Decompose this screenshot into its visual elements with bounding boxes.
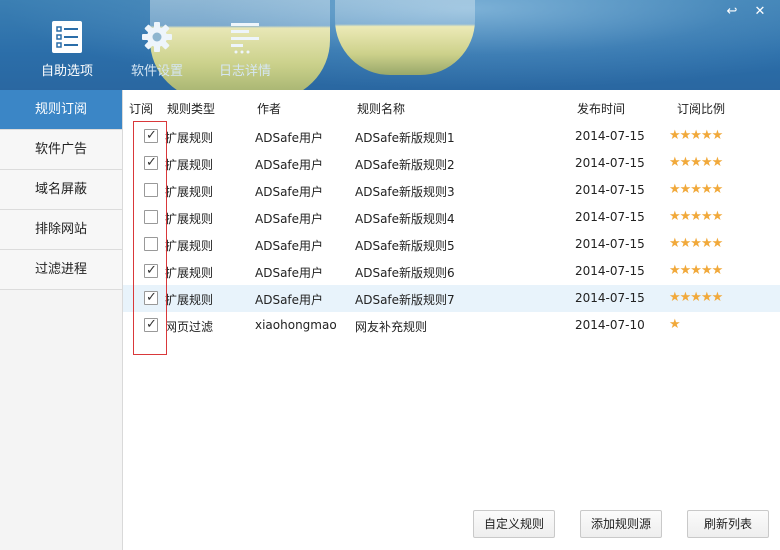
- sidebar: 规则订阅 软件广告 域名屏蔽 排除网站 过滤进程: [0, 90, 123, 550]
- subscribe-checkbox[interactable]: [144, 183, 158, 197]
- rule-type-cell: 扩展规则: [165, 185, 214, 199]
- log-details-button[interactable]: 日志详情: [205, 20, 285, 80]
- publish-date-cell: 2014-07-10: [575, 318, 645, 332]
- rule-name-cell: ADSafe新版规则7: [355, 293, 455, 307]
- rating-stars: ★★★★★: [669, 263, 723, 278]
- rule-name-cell: ADSafe新版规则6: [355, 266, 455, 280]
- add-rule-source-button[interactable]: 添加规则源: [580, 510, 662, 538]
- back-button[interactable]: ↩: [722, 4, 742, 20]
- rule-name-cell: ADSafe新版规则3: [355, 185, 455, 199]
- close-button[interactable]: ✕: [750, 4, 770, 20]
- table-row[interactable]: 网页过滤 xiaohongmao 网友补充规则 2014-07-10 ★: [123, 312, 780, 339]
- table-row[interactable]: 扩展规则 ADSafe用户 ADSafe新版规则5 2014-07-15 ★★★★★: [123, 231, 780, 258]
- rating-stars: ★★★★★: [669, 290, 723, 305]
- rule-name-cell: ADSafe新版规则5: [355, 239, 455, 253]
- author-cell: ADSafe用户: [255, 266, 324, 280]
- rating-stars: ★★★★★: [669, 209, 723, 224]
- table-row[interactable]: 扩展规则 ADSafe用户 ADSafe新版规则2 2014-07-15 ★★★★★: [123, 150, 780, 177]
- rule-name-cell: ADSafe新版规则4: [355, 212, 455, 226]
- subscribe-checkbox[interactable]: [144, 290, 158, 305]
- subscribe-checkbox[interactable]: [144, 128, 158, 143]
- author-cell: ADSafe用户: [255, 293, 324, 307]
- sidebar-item-rule-subscription[interactable]: 规则订阅: [0, 90, 122, 130]
- list-checklist-icon: [52, 21, 82, 53]
- rating-stars: ★: [669, 317, 681, 332]
- author-cell: ADSafe用户: [255, 239, 324, 253]
- rule-name-cell: ADSafe新版规则2: [355, 158, 455, 172]
- publish-date-cell: 2014-07-15: [575, 237, 645, 251]
- self-service-options-button[interactable]: 自助选项: [27, 20, 107, 80]
- column-header-subscribe[interactable]: 订阅: [129, 100, 153, 117]
- column-header-rule-name[interactable]: 规则名称: [357, 100, 405, 117]
- subscribe-checkbox[interactable]: [144, 317, 158, 332]
- rule-name-cell: ADSafe新版规则1: [355, 131, 455, 145]
- publish-date-cell: 2014-07-15: [575, 210, 645, 224]
- author-cell: ADSafe用户: [255, 185, 324, 199]
- rule-type-cell: 扩展规则: [165, 239, 214, 253]
- column-header-publish-time[interactable]: 发布时间: [577, 100, 625, 117]
- sidebar-item-filter-process[interactable]: 过滤进程: [0, 250, 122, 290]
- rating-stars: ★★★★★: [669, 128, 723, 143]
- rule-name-cell: 网友补充规则: [355, 320, 428, 334]
- gear-icon: [142, 22, 172, 52]
- rating-stars: ★★★★★: [669, 236, 723, 251]
- column-header-subscription-ratio[interactable]: 订阅比例: [677, 100, 725, 117]
- rule-type-cell: 扩展规则: [165, 266, 214, 280]
- tool-label: 日志详情: [218, 64, 271, 79]
- rating-stars: ★★★★★: [669, 182, 723, 197]
- publish-date-cell: 2014-07-15: [575, 264, 645, 278]
- publish-date-cell: 2014-07-15: [575, 156, 645, 170]
- tool-label: 自助选项: [40, 64, 93, 79]
- table-row[interactable]: 扩展规则 ADSafe用户 ADSafe新版规则3 2014-07-15 ★★★★★: [123, 177, 780, 204]
- column-header-author[interactable]: 作者: [257, 100, 281, 117]
- author-cell: xiaohongmao: [255, 318, 337, 332]
- author-cell: ADSafe用户: [255, 158, 324, 172]
- rules-table: 订阅 规则类型 作者 规则名称 发布时间 订阅比例 扩展规则 ADSafe用户 AD…: [123, 90, 780, 550]
- subscribe-checkbox[interactable]: [144, 155, 158, 170]
- rule-type-cell: 扩展规则: [165, 131, 214, 145]
- author-cell: ADSafe用户: [255, 212, 324, 226]
- log-lines-icon: [231, 23, 259, 54]
- software-settings-button[interactable]: 软件设置: [117, 20, 197, 80]
- publish-date-cell: 2014-07-15: [575, 183, 645, 197]
- sidebar-item-exclude-sites[interactable]: 排除网站: [0, 210, 122, 250]
- rule-type-cell: 扩展规则: [165, 158, 214, 172]
- publish-date-cell: 2014-07-15: [575, 129, 645, 143]
- tool-label: 软件设置: [130, 64, 183, 79]
- column-header-rule-type[interactable]: 规则类型: [167, 100, 215, 117]
- author-cell: ADSafe用户: [255, 131, 324, 145]
- rule-type-cell: 扩展规则: [165, 293, 214, 307]
- sidebar-item-domain-block[interactable]: 域名屏蔽: [0, 170, 122, 210]
- table-row[interactable]: 扩展规则 ADSafe用户 ADSafe新版规则6 2014-07-15 ★★★★★: [123, 258, 780, 285]
- subscribe-checkbox[interactable]: [144, 263, 158, 278]
- table-row[interactable]: 扩展规则 ADSafe用户 ADSafe新版规则7 2014-07-15 ★★★★★: [123, 285, 780, 312]
- refresh-list-button[interactable]: 刷新列表: [687, 510, 769, 538]
- table-row[interactable]: 扩展规则 ADSafe用户 ADSafe新版规则1 2014-07-15 ★★★★★: [123, 123, 780, 150]
- subscribe-checkbox[interactable]: [144, 210, 158, 224]
- rule-type-cell: 网页过滤: [165, 320, 214, 334]
- subscribe-checkbox[interactable]: [144, 237, 158, 251]
- table-row[interactable]: 扩展规则 ADSafe用户 ADSafe新版规则4 2014-07-15 ★★★★★: [123, 204, 780, 231]
- table-header: 订阅 规则类型 作者 规则名称 发布时间 订阅比例: [123, 90, 780, 123]
- sidebar-item-software-ads[interactable]: 软件广告: [0, 130, 122, 170]
- app-header: ↩ ✕ 自助选项 软件设置 日志详情: [0, 0, 780, 90]
- rating-stars: ★★★★★: [669, 155, 723, 170]
- rule-type-cell: 扩展规则: [165, 212, 214, 226]
- publish-date-cell: 2014-07-15: [575, 291, 645, 305]
- custom-rule-button[interactable]: 自定义规则: [473, 510, 555, 538]
